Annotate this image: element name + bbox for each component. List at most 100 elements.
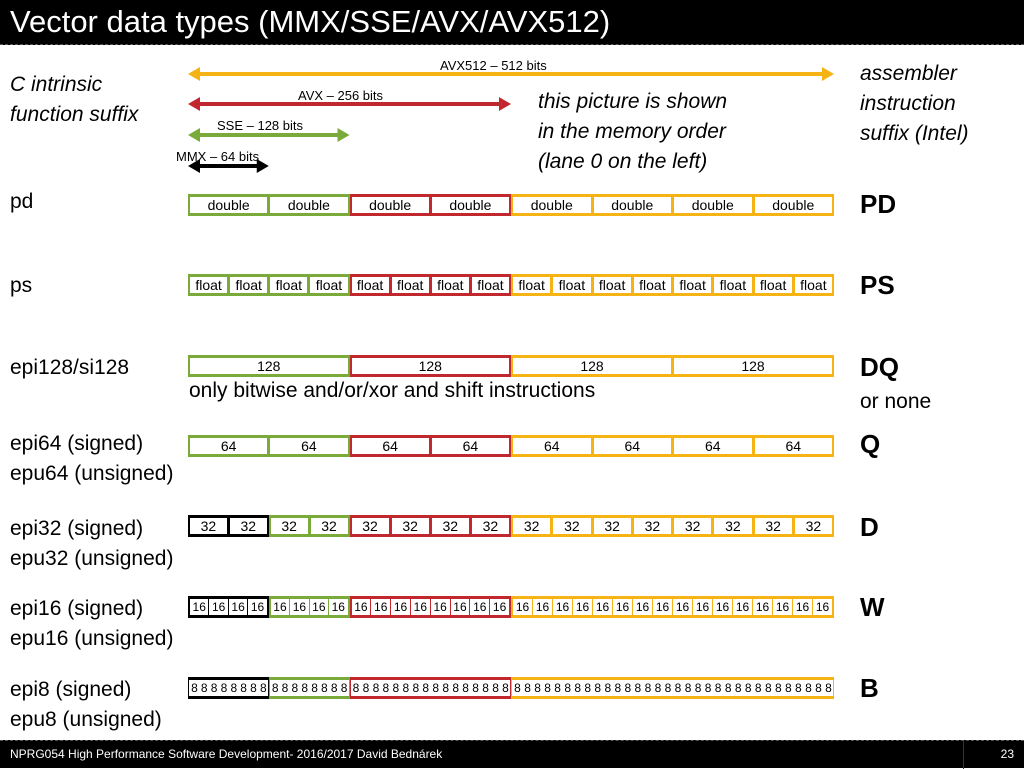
lane-cell: 8 — [652, 680, 663, 696]
lane-cell: 8 — [752, 680, 763, 696]
lane-cell: 32 — [270, 518, 308, 534]
asm-suffix-d: D — [860, 512, 879, 542]
arrow-label-avx: AVX – 256 bits — [298, 88, 384, 103]
lane-cell: 8 — [552, 680, 563, 696]
lane-cell: 8 — [542, 680, 553, 696]
lane-cell: 8 — [632, 680, 643, 696]
lane-cell: float — [754, 277, 792, 293]
lane-cell: 8 — [512, 680, 523, 696]
asm-suffix-ps: PS — [860, 270, 895, 300]
lane-cell: double — [431, 197, 509, 213]
lane-cell: 64 — [513, 438, 591, 454]
arrow-head-right-avx — [499, 97, 511, 111]
lane-cell: 32 — [633, 518, 671, 534]
lane-cell: 16 — [228, 599, 248, 615]
lane-cell: 8 — [309, 680, 319, 696]
lane-cell: 64 — [593, 438, 671, 454]
lane-cell: 8 — [318, 680, 329, 696]
asm-suffix-q: Q — [860, 429, 881, 459]
lane-cell: 32 — [431, 518, 469, 534]
bitwise-note: only bitwise and/or/xor and shift instru… — [189, 379, 596, 402]
lane-cell: 64 — [431, 438, 509, 454]
lane-cell: double — [674, 197, 752, 213]
lane-cell: 8 — [470, 680, 481, 696]
lane-cell: 8 — [662, 680, 673, 696]
segment-avx512: 64 64 64 64 — [511, 435, 834, 457]
lane-cell: 16 — [209, 599, 228, 615]
lane-cell: 32 — [229, 518, 267, 534]
segment-sse: 32 32 — [268, 515, 350, 537]
lane-cell: 16 — [693, 599, 712, 615]
row-label-signed: epi8 (signed) — [10, 678, 132, 701]
lane-cell: 8 — [299, 680, 310, 696]
lane-cell: 8 — [732, 680, 743, 696]
lane-cell: 8 — [420, 680, 431, 696]
lane-cell: 8 — [460, 680, 471, 696]
lane-cell: 32 — [391, 518, 429, 534]
lane-cell: double — [754, 197, 832, 213]
arrow-head-left-sse — [188, 128, 200, 142]
lane-cell: 32 — [190, 518, 227, 534]
row-label-epi128: epi128/si128 — [10, 356, 130, 379]
lane-cell: 16 — [470, 599, 490, 615]
register-row-ps: float float float float float float float float… — [188, 274, 834, 296]
lane-cell: 8 — [762, 680, 773, 696]
lane-cell: float — [674, 277, 712, 293]
row-label-pd: pd — [10, 190, 34, 213]
lane-cell: 16 — [793, 599, 812, 615]
lane-cell: 8 — [500, 680, 510, 696]
row-label-unsigned: epu32 (unsigned) — [10, 547, 174, 570]
lane-cell: 8 — [682, 680, 693, 696]
lane-cell: float — [230, 277, 268, 293]
lane-cell: 8 — [338, 680, 349, 696]
segment-avx512: 88888888888888888888888888888888 — [511, 677, 834, 699]
segment-avx: 32 32 32 32 — [349, 515, 511, 537]
lane-cell: 8 — [480, 680, 491, 696]
lane-cell: 32 — [471, 518, 509, 534]
lane-cell: float — [513, 277, 551, 293]
lane-cell: float — [270, 277, 308, 293]
lane-cell: 8 — [400, 680, 411, 696]
lane-cell: 32 — [754, 518, 792, 534]
arrow-head-left-avx512 — [188, 67, 200, 81]
lane-cell: float — [471, 277, 509, 293]
lane-cell: 8 — [772, 680, 783, 696]
lane-cell: 16 — [553, 599, 572, 615]
lane-cell: 8 — [208, 680, 219, 696]
lane-cell: 8 — [782, 680, 793, 696]
lane-cell: float — [391, 277, 429, 293]
asm-suffix-w: W — [860, 592, 885, 622]
row-label-epi16: epi16 (signed) epu16 (unsigned) — [10, 594, 173, 654]
footer-text: NPRG054 High Performance Software Develo… — [10, 747, 443, 761]
lane-cell: 64 — [190, 438, 268, 454]
lane-cell: 8 — [370, 680, 381, 696]
lane-cell: 32 — [674, 518, 712, 534]
segment-mmx: 32 32 — [188, 515, 269, 537]
segment-avx: 16 16 16 16 16 16 16 16 — [349, 596, 511, 618]
lane-cell: 8 — [390, 680, 401, 696]
lane-cell: 128 — [190, 358, 348, 374]
lane-cell: 8 — [692, 680, 703, 696]
arrow-label-avx512: AVX512 – 512 bits — [440, 58, 547, 73]
lane-cell: 64 — [674, 438, 752, 454]
arrow-label-mmx: MMX – 64 bits — [176, 149, 260, 164]
register-width-arrows — [188, 67, 834, 173]
lane-cell: float — [593, 277, 631, 293]
lane-cell: 16 — [633, 599, 652, 615]
lane-cell: 16 — [613, 599, 632, 615]
lane-cell: 8 — [269, 680, 280, 696]
register-row-epi128: 128 128 128 128 — [188, 355, 834, 377]
arrow-head-right-sse — [337, 128, 350, 142]
lane-cell: 32 — [351, 518, 389, 534]
lane-cell: 16 — [430, 599, 450, 615]
segment-avx: double double — [349, 194, 511, 216]
lane-cell: float — [633, 277, 671, 293]
lane-cell: 16 — [653, 599, 672, 615]
lane-cell: 8 — [279, 680, 290, 696]
segment-sse: 64 64 — [188, 435, 350, 457]
row-label-signed: epi16 (signed) — [10, 597, 144, 620]
segment-avx512: 32 32 32 32 32 32 32 32 — [511, 515, 834, 537]
lane-cell: 16 — [248, 599, 267, 615]
segment-avx: 8888888888888888 — [349, 677, 511, 699]
arrow-label-sse: SSE – 128 bits — [217, 118, 303, 133]
